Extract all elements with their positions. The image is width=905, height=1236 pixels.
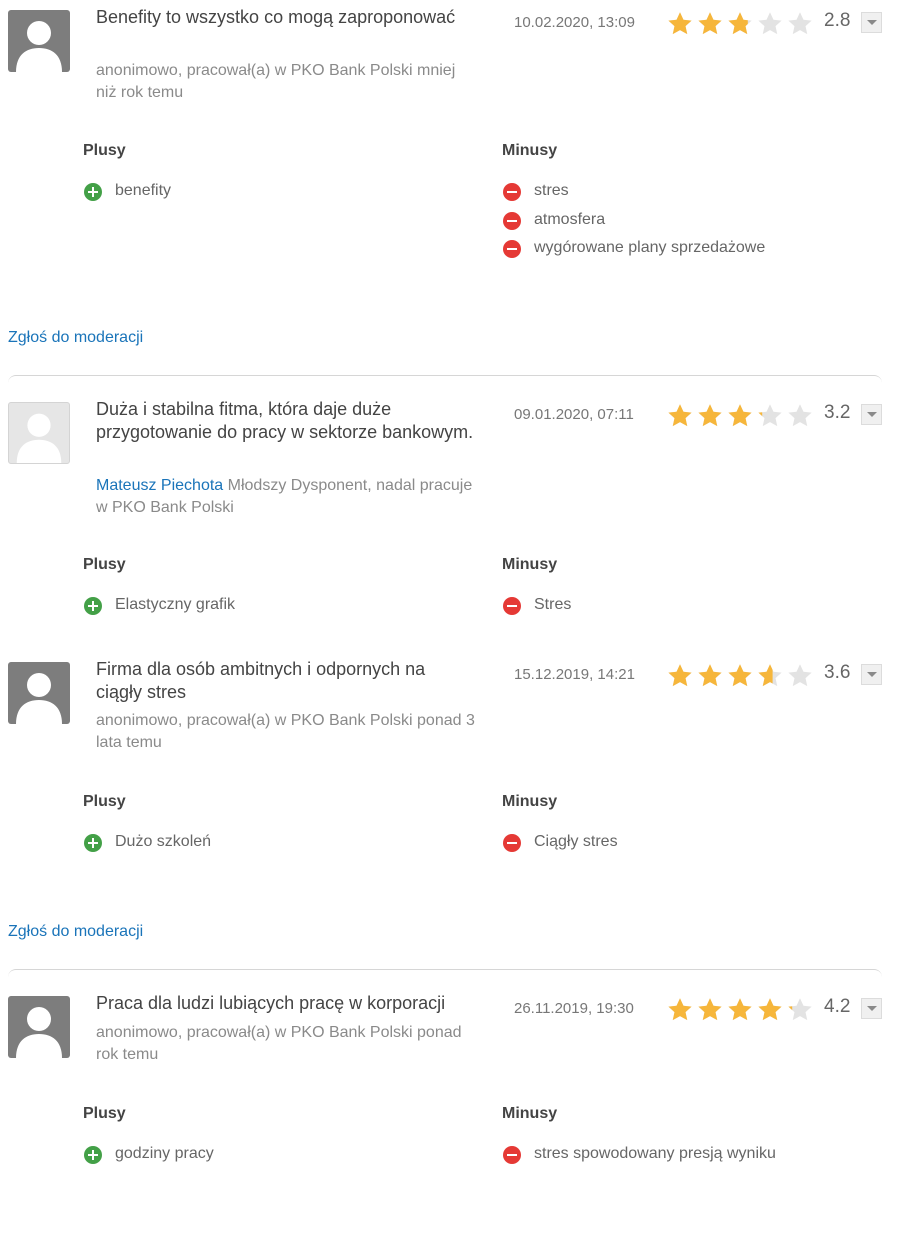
minus-circle-icon <box>503 834 521 852</box>
divider <box>8 969 882 978</box>
review-date: 26.11.2019, 19:30 <box>514 1000 634 1017</box>
report-moderation-link[interactable]: Zgłoś do moderacji <box>8 328 143 348</box>
review-title: Firma dla osób ambitnych i odpornych na … <box>96 659 426 702</box>
minus-circle-icon <box>503 183 521 201</box>
star-rating-svg <box>668 998 812 1021</box>
star-icon <box>668 404 692 427</box>
star-rating <box>667 11 813 37</box>
expand-toggle-button[interactable] <box>861 998 882 1019</box>
review-title: Praca dla ludzi lubiących pracę w korpor… <box>96 993 446 1013</box>
minus-circle-icon <box>503 240 521 258</box>
plus-circle-icon <box>84 834 102 852</box>
review-author: anonimowo, pracował(a) w PKO Bank Polski… <box>96 60 476 104</box>
star-icon <box>788 12 812 35</box>
review-date: 10.02.2020, 13:09 <box>514 14 635 31</box>
minus-circle-icon <box>503 1146 521 1164</box>
user-silhouette-icon <box>16 1007 62 1058</box>
avatar <box>8 10 70 72</box>
star-icon <box>788 664 812 687</box>
star-rating-svg <box>668 12 812 35</box>
pros-heading: Plusy <box>83 142 126 159</box>
star-icon <box>788 404 812 427</box>
star-rating <box>667 663 813 689</box>
expand-toggle-button[interactable] <box>861 12 882 33</box>
star-icon <box>728 404 752 427</box>
review-date: 15.12.2019, 14:21 <box>514 666 635 683</box>
star-icon <box>668 12 692 35</box>
star-icon <box>668 664 692 687</box>
minus-circle-icon <box>503 212 521 230</box>
star-rating-svg <box>668 404 812 427</box>
expand-toggle-button[interactable] <box>861 404 882 425</box>
star-icon <box>668 998 692 1021</box>
expand-toggle-button[interactable] <box>861 664 882 685</box>
avatar <box>8 662 70 724</box>
plus-circle-icon <box>84 183 102 201</box>
review-author: Mateusz Piechota Młodszy Dysponent, nada… <box>96 475 476 519</box>
rating-score: 3.2 <box>824 402 851 423</box>
plus-circle-icon <box>84 597 102 615</box>
avatar <box>8 996 70 1058</box>
pros-heading: Plusy <box>83 556 126 573</box>
pros-heading: Plusy <box>83 793 126 810</box>
cons-heading: Minusy <box>502 793 558 810</box>
review-title: Duża i stabilna fitma, która daje duże p… <box>96 399 474 442</box>
star-rating <box>667 997 813 1023</box>
star-icon <box>698 404 722 427</box>
review-date: 09.01.2020, 07:11 <box>514 406 634 423</box>
star-icon <box>728 998 752 1021</box>
rating-score: 2.8 <box>824 10 851 31</box>
star-icon <box>758 404 782 427</box>
star-icon <box>758 998 782 1021</box>
star-icon <box>698 12 722 35</box>
author-details: anonimowo, pracował(a) w PKO Bank Polski… <box>96 712 475 751</box>
pros-heading: Plusy <box>83 1105 126 1122</box>
star-rating <box>667 403 813 429</box>
user-silhouette-icon <box>16 673 62 724</box>
rating-score: 3.6 <box>824 662 851 683</box>
divider <box>8 375 882 384</box>
star-icon <box>698 998 722 1021</box>
review-author: anonimowo, pracował(a) w PKO Bank Polski… <box>96 710 476 754</box>
review-author: anonimowo, pracował(a) w PKO Bank Polski… <box>96 1022 476 1066</box>
user-silhouette-icon <box>16 413 62 463</box>
cons-heading: Minusy <box>502 1105 558 1122</box>
minus-circle-icon <box>503 597 521 615</box>
avatar <box>8 402 70 464</box>
user-silhouette-icon <box>16 21 62 72</box>
review-title: Benefity to wszystko co mogą zaproponowa… <box>96 7 456 27</box>
cons-heading: Minusy <box>502 556 558 573</box>
star-icon <box>728 12 752 35</box>
star-icon <box>788 998 812 1021</box>
report-moderation-link[interactable]: Zgłoś do moderacji <box>8 922 143 942</box>
author-name-link[interactable]: Mateusz Piechota <box>96 477 223 494</box>
rating-score: 4.2 <box>824 996 851 1017</box>
author-details: anonimowo, pracował(a) w PKO Bank Polski… <box>96 62 456 101</box>
star-rating-svg <box>668 664 812 687</box>
star-icon <box>758 12 782 35</box>
star-icon <box>698 664 722 687</box>
star-icon <box>728 664 752 687</box>
cons-heading: Minusy <box>502 142 558 159</box>
author-details: anonimowo, pracował(a) w PKO Bank Polski… <box>96 1024 462 1063</box>
star-icon <box>758 664 782 687</box>
plus-circle-icon <box>84 1146 102 1164</box>
